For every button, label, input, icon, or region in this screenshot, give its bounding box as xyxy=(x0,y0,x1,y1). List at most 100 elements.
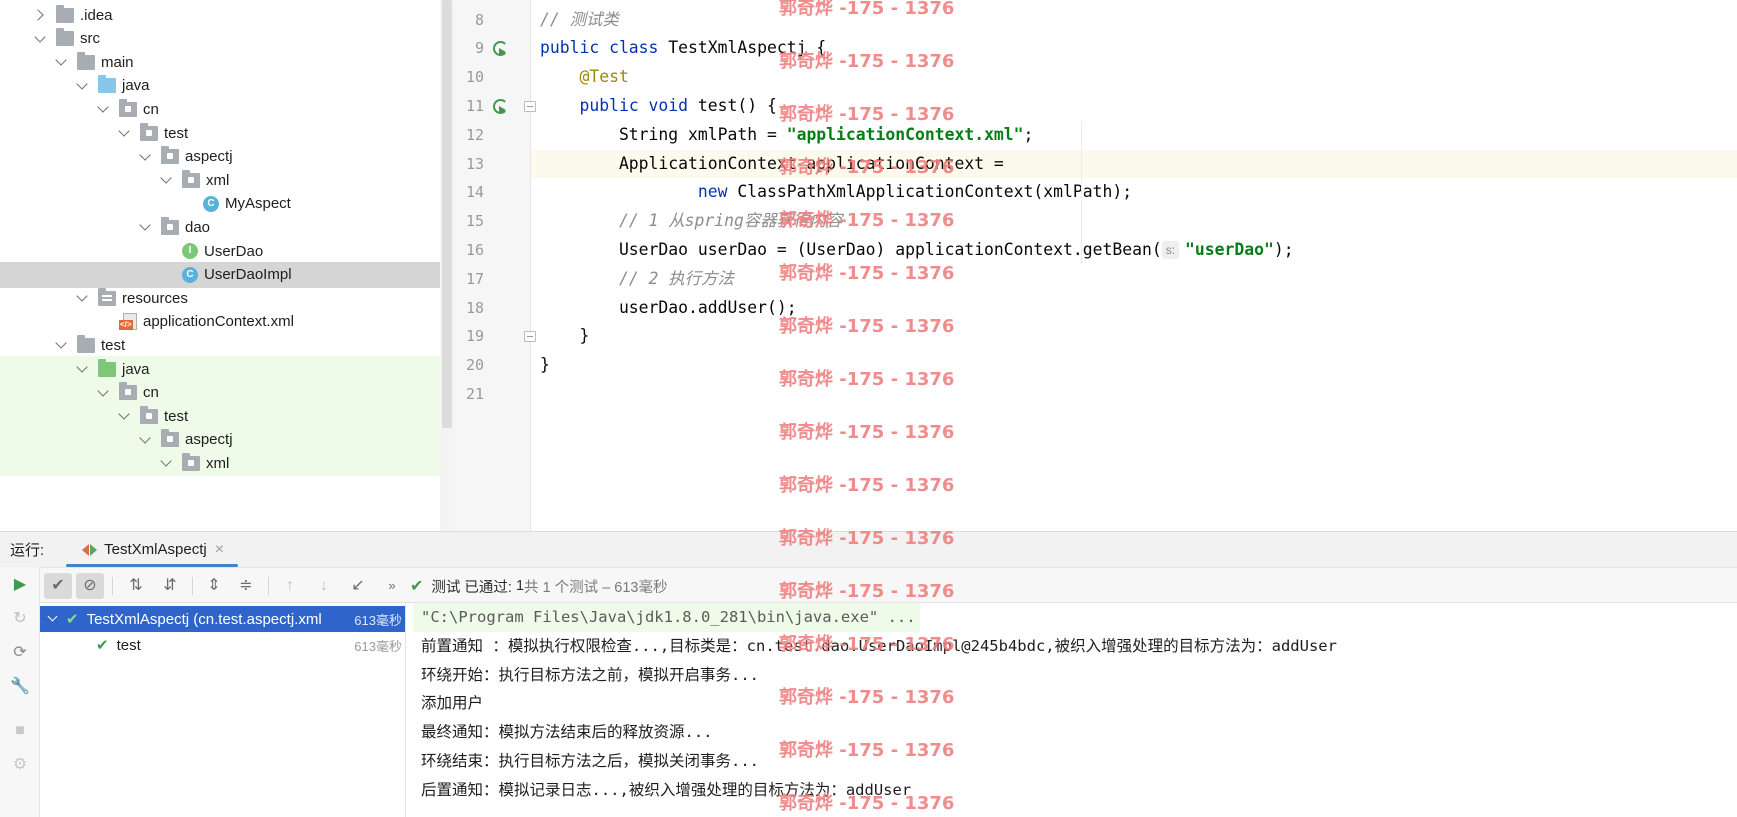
chevron-down-icon[interactable] xyxy=(76,80,88,92)
stop-icon[interactable]: ■ xyxy=(10,721,30,741)
folder-icon xyxy=(77,334,95,353)
code-line[interactable]: // 2 执行方法 xyxy=(531,265,1737,294)
tree-item[interactable]: resources xyxy=(0,285,440,311)
test-result-row[interactable]: ✔ test 613毫秒 xyxy=(40,632,405,658)
code-line[interactable] xyxy=(531,380,1737,409)
package-icon xyxy=(182,169,200,188)
line-number: 21 xyxy=(465,384,484,403)
collapse-all-icon[interactable]: ≑ xyxy=(232,573,260,599)
tree-scrollbar[interactable] xyxy=(440,0,454,531)
next-failed-icon[interactable]: ↓ xyxy=(310,573,338,599)
settings-icon[interactable]: ⚙ xyxy=(10,755,30,775)
run-tab[interactable]: TestXmlAspectj × xyxy=(66,532,238,568)
chevron-down-icon[interactable] xyxy=(97,387,109,399)
chevron-down-icon[interactable] xyxy=(139,151,151,163)
chevron-down-icon[interactable] xyxy=(160,457,172,469)
show-passed-icon[interactable]: ✔ xyxy=(44,573,72,599)
chevron-down-icon[interactable] xyxy=(160,174,172,186)
tree-item[interactable]: src xyxy=(0,26,440,52)
line-number: 13 xyxy=(465,154,484,173)
tree-item[interactable]: java xyxy=(0,356,440,382)
code-line[interactable]: } xyxy=(531,322,1737,351)
tree-item[interactable]: I UserDao xyxy=(0,238,440,264)
tree-item[interactable]: aspectj xyxy=(0,426,440,453)
chevron-down-icon[interactable] xyxy=(97,103,109,115)
sort-duration-icon[interactable]: ⇵ xyxy=(156,573,184,599)
code-line[interactable]: String xmlPath = "applicationContext.xml… xyxy=(531,121,1737,150)
tree-item-label: main xyxy=(101,53,134,71)
tree-scrollbar-thumb[interactable] xyxy=(442,0,452,428)
tree-item-label: aspectj xyxy=(185,148,233,166)
code-line[interactable]: // 1 从spring容器获得内容 xyxy=(531,207,1737,236)
code-line[interactable]: public void test() { xyxy=(531,92,1737,121)
code-line[interactable]: userDao.addUser(); xyxy=(531,294,1737,323)
console-line: 前置通知 ：模拟执行权限检查...,目标类是：cn.test.dao.UserD… xyxy=(421,636,1337,655)
fold-icon[interactable] xyxy=(524,331,536,343)
expand-all-icon[interactable]: ⇕ xyxy=(200,573,228,599)
folder-icon xyxy=(77,51,95,70)
sort-alpha-icon[interactable]: ⇅ xyxy=(122,573,150,599)
code-editor[interactable]: 8 9 10 11 12 13 14 15 16 17 18 19 20 21 // 测试类 public … xyxy=(454,0,1737,531)
tree-item[interactable]: C MyAspect xyxy=(0,191,440,217)
code-line[interactable]: new ClassPathXmlApplicationContext(xmlPa… xyxy=(531,178,1737,207)
tree-item-label: test xyxy=(164,124,189,142)
tree-item[interactable]: main xyxy=(0,49,440,75)
chevron-down-icon[interactable] xyxy=(34,33,46,45)
code-line[interactable]: // 测试类 xyxy=(531,6,1737,35)
test-result-row[interactable]: ✔ TestXmlAspectj (cn.test.aspectj.xml 613毫… xyxy=(40,606,405,632)
test-label: TestXmlAspectj (cn.test.aspectj.xml xyxy=(86,610,322,628)
prev-failed-icon[interactable]: ↑ xyxy=(276,573,304,599)
code-line[interactable]: public class TestXmlAspectj { xyxy=(531,34,1737,63)
run-gutter-icon[interactable] xyxy=(492,98,508,114)
run-tab-label: TestXmlAspectj xyxy=(104,541,207,558)
package-icon xyxy=(140,405,158,424)
chevron-down-icon[interactable] xyxy=(118,127,130,139)
code-line[interactable]: } xyxy=(531,351,1737,380)
package-icon xyxy=(161,146,179,165)
wrench-icon[interactable]: 🔧 xyxy=(10,677,30,697)
code-line[interactable]: UserDao userDao = (UserDao) applicationC… xyxy=(531,236,1737,265)
chevron-down-icon[interactable] xyxy=(139,434,151,446)
test-duration: 613毫秒 xyxy=(354,612,402,628)
tree-item[interactable]: xml xyxy=(0,450,440,477)
chevron-down-icon[interactable] xyxy=(55,339,67,351)
tree-item[interactable]: xml xyxy=(0,167,440,193)
more-icon[interactable]: » xyxy=(378,573,406,599)
tree-item[interactable]: test xyxy=(0,403,440,430)
tree-item[interactable]: applicationContext.xml xyxy=(0,309,440,335)
tree-item[interactable]: C UserDaoImpl xyxy=(0,261,440,288)
tree-item[interactable]: java xyxy=(0,73,440,99)
tree-item[interactable]: test xyxy=(0,332,440,358)
chevron-right-icon[interactable] xyxy=(34,9,46,21)
run-side-toolbar: ▶ ↻ ⟳ 🔧 ■ ⚙ xyxy=(0,567,40,817)
chevron-down-icon[interactable] xyxy=(76,292,88,304)
chevron-down-icon[interactable] xyxy=(55,56,67,68)
toggle-auto-test-icon[interactable]: ⟳ xyxy=(10,643,30,663)
project-tree: .idea src main java cn test aspectj xml C MyAspec… xyxy=(0,0,454,531)
run-gutter-icon[interactable] xyxy=(492,40,508,57)
tree-item[interactable]: .idea xyxy=(0,2,440,28)
import-tests-icon[interactable]: ↙ xyxy=(344,573,372,599)
check-icon: ✔ xyxy=(410,578,424,595)
code-line[interactable]: ApplicationContext applicationContext = xyxy=(531,149,1737,179)
tree-item[interactable]: dao xyxy=(0,214,440,240)
chevron-down-icon[interactable] xyxy=(139,221,151,233)
chevron-down-icon[interactable] xyxy=(118,410,130,422)
console-output[interactable]: "C:\Program Files\Java\jdk1.8.0_281\bin\… xyxy=(407,603,1737,817)
rerun-icon[interactable]: ▶ xyxy=(10,575,30,595)
code-line[interactable]: @Test xyxy=(531,63,1737,92)
check-icon: ✔ xyxy=(96,637,109,654)
chevron-down-icon[interactable] xyxy=(48,614,58,624)
line-number: 14 xyxy=(465,183,484,202)
tree-item[interactable]: aspectj xyxy=(0,144,440,170)
test-results-tree: ✔ TestXmlAspectj (cn.test.aspectj.xml 613毫… xyxy=(40,603,406,817)
tree-item[interactable]: cn xyxy=(0,379,440,406)
tree-item[interactable]: cn xyxy=(0,96,440,122)
chevron-down-icon[interactable] xyxy=(76,363,88,375)
resources-folder-icon xyxy=(98,287,116,306)
close-icon[interactable]: × xyxy=(215,541,224,559)
tree-item[interactable]: test xyxy=(0,120,440,146)
rerun-failed-icon[interactable]: ↻ xyxy=(10,609,30,629)
fold-icon[interactable] xyxy=(524,100,536,112)
show-ignored-icon[interactable]: ⊘ xyxy=(76,573,104,599)
